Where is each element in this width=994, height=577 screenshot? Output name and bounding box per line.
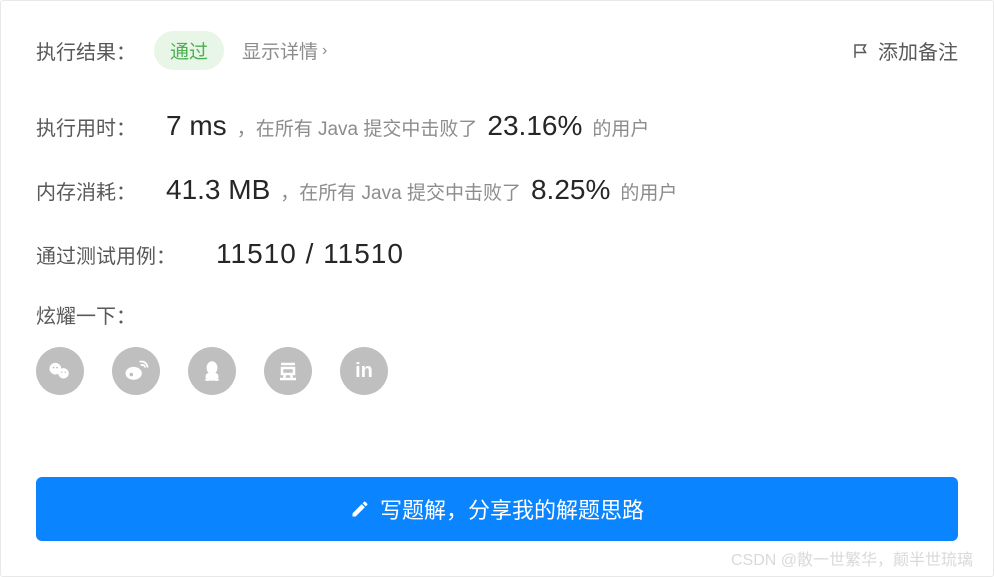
wechat-share-button[interactable]	[36, 347, 84, 395]
runtime-prefix: ，在所有 Java 提交中击败了	[237, 114, 478, 141]
memory-label: 内存消耗：	[36, 176, 136, 205]
qq-share-button[interactable]	[188, 347, 236, 395]
header-left: 执行结果： 通过 显示详情 ›	[36, 31, 327, 70]
result-panel: 执行结果： 通过 显示详情 › 添加备注 执行用时： 7 ms ，在所有 Jav…	[0, 0, 994, 577]
result-label: 执行结果：	[36, 36, 136, 65]
add-note-button[interactable]: 添加备注	[852, 36, 958, 65]
watermark: CSDN @散一世繁华，颠半世琉璃	[731, 546, 973, 570]
runtime-value: 7 ms	[166, 110, 227, 142]
weibo-icon	[122, 357, 150, 385]
flag-icon	[852, 42, 870, 60]
add-note-text: 添加备注	[878, 36, 958, 65]
memory-row: 内存消耗： 41.3 MB ，在所有 Java 提交中击败了 8.25% 的用户	[36, 174, 958, 206]
share-label: 炫耀一下：	[36, 300, 958, 329]
write-solution-text: 写题解，分享我的解题思路	[380, 493, 644, 525]
runtime-suffix: 的用户	[592, 114, 649, 141]
share-icons: in	[36, 347, 958, 395]
header-row: 执行结果： 通过 显示详情 › 添加备注	[36, 31, 958, 70]
testcase-row: 通过测试用例： 11510 / 11510	[36, 238, 958, 270]
testcase-label: 通过测试用例：	[36, 240, 176, 269]
share-section: 炫耀一下：	[36, 300, 958, 395]
testcase-value: 11510 / 11510	[216, 238, 404, 270]
douban-icon	[276, 359, 300, 383]
weibo-share-button[interactable]	[112, 347, 160, 395]
linkedin-share-button[interactable]: in	[340, 347, 388, 395]
linkedin-icon: in	[355, 360, 373, 383]
runtime-percent: 23.16%	[487, 110, 582, 142]
write-solution-button[interactable]: 写题解，分享我的解题思路	[36, 477, 958, 541]
memory-percent: 8.25%	[531, 174, 610, 206]
show-details-text: 显示详情	[242, 37, 318, 64]
status-badge: 通过	[154, 31, 224, 70]
memory-value: 41.3 MB	[166, 174, 270, 206]
memory-suffix: 的用户	[620, 178, 677, 205]
runtime-row: 执行用时： 7 ms ，在所有 Java 提交中击败了 23.16% 的用户	[36, 110, 958, 142]
qq-icon	[199, 358, 225, 384]
wechat-icon	[46, 357, 74, 385]
chevron-right-icon: ›	[322, 42, 327, 60]
douban-share-button[interactable]	[264, 347, 312, 395]
runtime-label: 执行用时：	[36, 112, 136, 141]
memory-prefix: ，在所有 Java 提交中击败了	[280, 178, 521, 205]
show-details-link[interactable]: 显示详情 ›	[242, 37, 327, 64]
pencil-icon	[350, 499, 370, 519]
